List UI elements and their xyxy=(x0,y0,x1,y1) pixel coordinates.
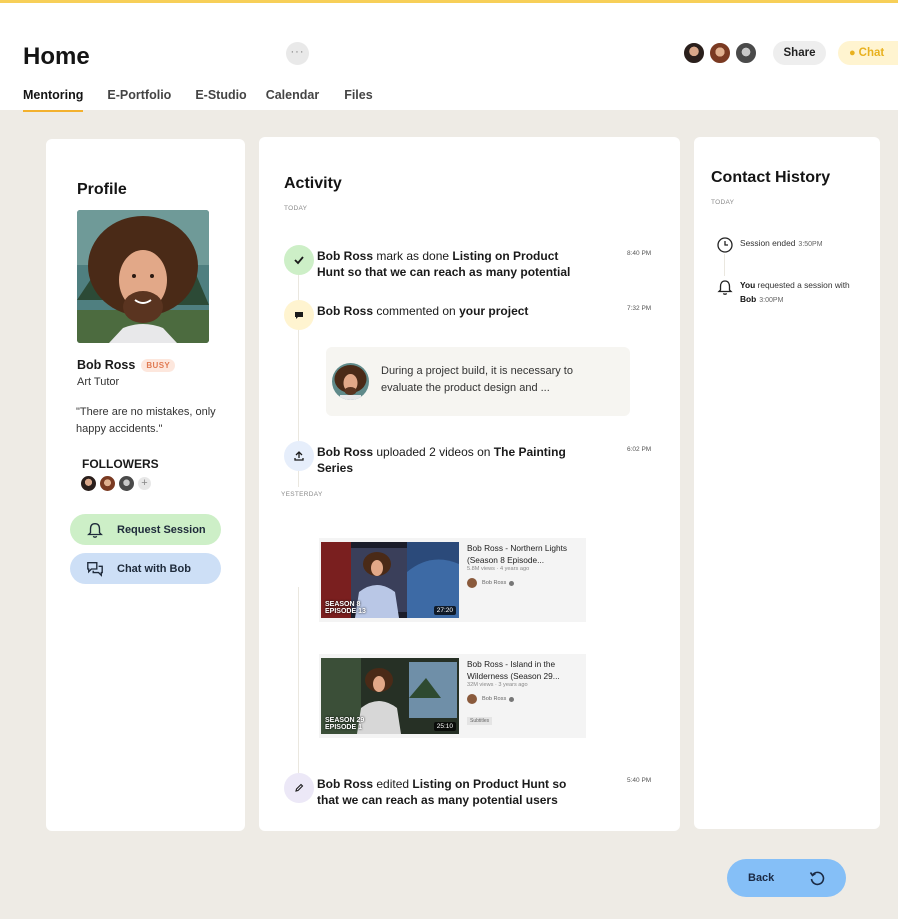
bell-icon xyxy=(87,522,103,538)
avatar[interactable] xyxy=(81,476,96,491)
tab-bar: Mentoring E-Portfolio E-Studio Calendar … xyxy=(23,88,397,112)
profile-name: Bob Ross xyxy=(77,358,136,372)
followers-avatars: + xyxy=(81,476,151,491)
activity-time: 8:40 PM xyxy=(627,250,652,257)
channel-avatar xyxy=(467,578,477,588)
chat-with-bob-label: Chat with Bob xyxy=(117,562,191,575)
video-card[interactable]: SEASON 8 EPISODE 13 27:20 Bob Ross - Nor… xyxy=(319,538,586,622)
today-label: TODAY xyxy=(711,199,735,206)
subtitles-badge: Subtitles xyxy=(467,717,493,725)
tab-files[interactable]: Files xyxy=(344,88,373,112)
check-icon xyxy=(284,245,314,275)
chat-with-bob-button[interactable]: Chat with Bob xyxy=(70,553,221,584)
profile-quote: "There are no mistakes, only happy accid… xyxy=(76,406,216,435)
upload-icon xyxy=(284,441,314,471)
avatar xyxy=(332,363,369,400)
video-thumbnail[interactable]: SEASON 8 EPISODE 13 27:20 xyxy=(321,542,459,618)
comment-text: During a project build, it is necessary … xyxy=(381,365,573,394)
video-title[interactable]: Bob Ross - Island in the Wilderness (Sea… xyxy=(467,658,585,682)
timeline-line xyxy=(724,254,725,276)
more-options-button[interactable]: ··· xyxy=(286,42,309,65)
activity-item: Bob Ross uploaded 2 videos on The Painti… xyxy=(317,445,566,475)
profile-card: Profile Bob Ross BUSY Art Tutor "There a… xyxy=(46,139,245,831)
profile-role: Art Tutor xyxy=(77,376,120,388)
avatar[interactable] xyxy=(100,476,115,491)
contact-history-item: Session ended 3:50PM xyxy=(716,236,823,254)
video-season-label: SEASON 29 EPISODE 1 xyxy=(325,717,365,731)
video-channel[interactable]: Bob Ross xyxy=(467,694,515,704)
video-meta: 5.8M views · 4 years ago xyxy=(467,566,530,572)
contact-history-card: Contact History TODAY Session ended 3:50P… xyxy=(694,137,880,829)
contact-history-title: Contact History xyxy=(711,169,831,186)
activity-time: 5:40 PM xyxy=(627,777,652,784)
profile-title: Profile xyxy=(77,181,127,198)
page-header: Home ··· Mentoring E-Portfolio E-Studio … xyxy=(0,3,898,112)
pencil-icon xyxy=(284,773,314,803)
followers-label: FOLLOWERS xyxy=(82,457,159,471)
bell-icon xyxy=(717,280,733,295)
activity-item: Bob Ross mark as done Listing on Product… xyxy=(317,249,571,279)
tab-e-portfolio[interactable]: E-Portfolio xyxy=(107,88,171,112)
chat-button-label: Chat xyxy=(858,47,885,59)
chat-bubbles-icon xyxy=(87,561,103,577)
profile-name-row: Bob Ross BUSY xyxy=(77,358,176,372)
collaborator-avatars xyxy=(682,41,760,65)
video-channel[interactable]: Bob Ross xyxy=(467,578,515,588)
verified-icon xyxy=(509,580,515,586)
avatar[interactable] xyxy=(734,41,758,65)
avatar[interactable] xyxy=(119,476,134,491)
activity-title: Activity xyxy=(284,175,342,192)
add-follower-button[interactable]: + xyxy=(138,477,151,490)
avatar[interactable] xyxy=(708,41,732,65)
activity-item: Bob Ross edited Listing on Product Hunt … xyxy=(317,777,567,807)
activity-time: 7:32 PM xyxy=(627,305,652,312)
video-duration: 27:20 xyxy=(433,606,456,615)
contact-history-item: You requested a session with Bob 3:00PM xyxy=(716,278,858,308)
today-label: TODAY xyxy=(284,205,308,212)
timeline-line xyxy=(298,587,299,782)
refresh-icon xyxy=(809,871,825,886)
tab-mentoring[interactable]: Mentoring xyxy=(23,88,84,112)
video-card[interactable]: SEASON 29 EPISODE 1 25:10 Bob Ross - Isl… xyxy=(319,654,586,738)
comment-preview[interactable]: During a project build, it is necessary … xyxy=(326,347,630,416)
chat-bubbles-icon: ● xyxy=(849,47,856,59)
avatar[interactable] xyxy=(682,41,706,65)
video-duration: 25:10 xyxy=(433,722,456,731)
share-button[interactable]: Share xyxy=(773,41,826,65)
comment-icon xyxy=(284,300,314,330)
back-button[interactable]: Back xyxy=(727,859,846,897)
page-title: Home xyxy=(23,43,90,70)
activity-time: 6:02 PM xyxy=(627,446,652,453)
request-session-button[interactable]: Request Session xyxy=(70,514,221,545)
video-title[interactable]: Bob Ross - Northern Lights (Season 8 Epi… xyxy=(467,542,585,566)
activity-item: Bob Ross commented on your project xyxy=(317,304,529,318)
status-badge: BUSY xyxy=(141,358,176,372)
chat-button[interactable]: ● Chat xyxy=(838,41,898,65)
activity-card: Activity TODAY Bob Ross mark as done Lis… xyxy=(259,137,680,831)
back-button-label: Back xyxy=(748,872,775,884)
video-meta: 32M views · 3 years ago xyxy=(467,682,528,688)
tab-calendar[interactable]: Calendar xyxy=(266,88,320,112)
video-thumbnail[interactable]: SEASON 29 EPISODE 1 25:10 xyxy=(321,658,459,734)
tab-e-studio[interactable]: E-Studio xyxy=(195,88,246,112)
video-season-label: SEASON 8 EPISODE 13 xyxy=(325,601,366,615)
clock-icon xyxy=(717,237,733,253)
verified-icon xyxy=(509,696,515,702)
yesterday-label: YESTERDAY xyxy=(281,491,323,498)
channel-avatar xyxy=(467,694,477,704)
profile-photo xyxy=(77,210,209,343)
request-session-label: Request Session xyxy=(117,523,206,536)
